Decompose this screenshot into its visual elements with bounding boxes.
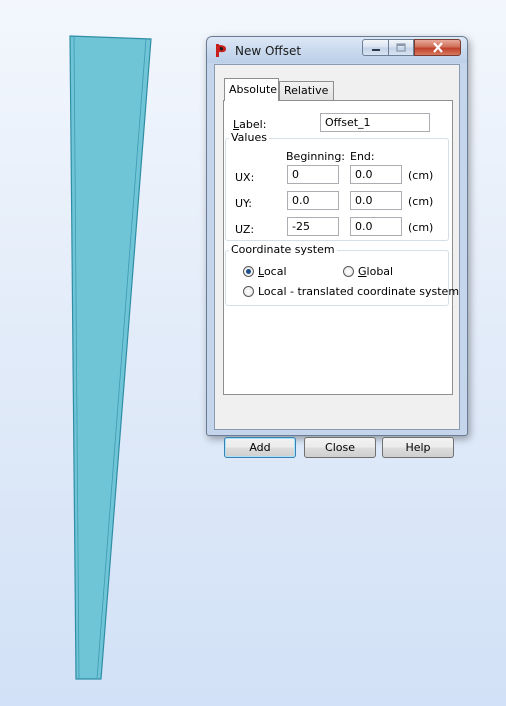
dialog-title: New Offset <box>235 44 302 58</box>
uy-unit: (cm) <box>408 195 434 208</box>
coordinate-system-group: Coordinate system Local Global Local - t… <box>225 243 459 306</box>
uy-end-input[interactable]: 0.0 <box>350 191 402 210</box>
minimize-icon <box>371 48 380 51</box>
uy-beginning-input[interactable]: 0.0 <box>287 191 339 210</box>
uy-label: UY: <box>235 197 253 210</box>
tab-relative[interactable]: Relative <box>279 81 334 101</box>
title-bar[interactable]: New Offset <box>207 37 467 63</box>
new-offset-dialog: New Offset Absolute Relative Label: Offs… <box>206 36 468 458</box>
ux-beginning-input[interactable]: 0 <box>287 165 339 184</box>
radio-local-translated-label[interactable]: Local - translated coordinate system <box>258 285 459 298</box>
values-group-title: Values <box>229 131 269 144</box>
ux-label: UX: <box>235 171 255 184</box>
close-icon <box>432 42 443 53</box>
add-button[interactable]: Add <box>224 437 296 458</box>
uz-label: UZ: <box>235 223 255 236</box>
app-logo-icon <box>216 44 226 57</box>
beginning-column-header: Beginning: <box>286 150 346 163</box>
tab-absolute[interactable]: Absolute <box>224 78 279 101</box>
radio-local[interactable] <box>243 266 254 277</box>
uz-unit: (cm) <box>408 221 434 234</box>
minimize-button[interactable] <box>362 39 389 56</box>
values-group: Values Beginning: End: UX: 0 0.0 (cm) UY… <box>225 131 449 241</box>
maximize-icon <box>396 43 406 52</box>
dialog-client-area: Absolute Relative Label: Offset_1 Values… <box>214 64 460 458</box>
label-caption: Label: <box>233 118 267 131</box>
help-button[interactable]: Help <box>382 437 454 458</box>
uz-beginning-input[interactable]: -25 <box>287 217 339 236</box>
radio-local-label[interactable]: Local <box>258 265 287 278</box>
close-button[interactable]: Close <box>304 437 376 458</box>
radio-global[interactable] <box>343 266 354 277</box>
label-input[interactable]: Offset_1 <box>320 113 430 132</box>
uz-end-input[interactable]: 0.0 <box>350 217 402 236</box>
radio-local-translated[interactable] <box>243 286 254 297</box>
radio-global-label[interactable]: Global <box>358 265 393 278</box>
maximize-button[interactable] <box>388 39 414 56</box>
ux-end-input[interactable]: 0.0 <box>350 165 402 184</box>
close-window-button[interactable] <box>414 39 461 56</box>
coordinate-system-group-title: Coordinate system <box>229 243 337 256</box>
tab-absolute-label: Absolute <box>229 83 278 96</box>
tab-relative-label: Relative <box>284 84 329 97</box>
absolute-tab-panel: Label: Offset_1 Values Beginning: End: U… <box>223 100 459 395</box>
ux-unit: (cm) <box>408 169 434 182</box>
end-column-header: End: <box>350 150 375 163</box>
